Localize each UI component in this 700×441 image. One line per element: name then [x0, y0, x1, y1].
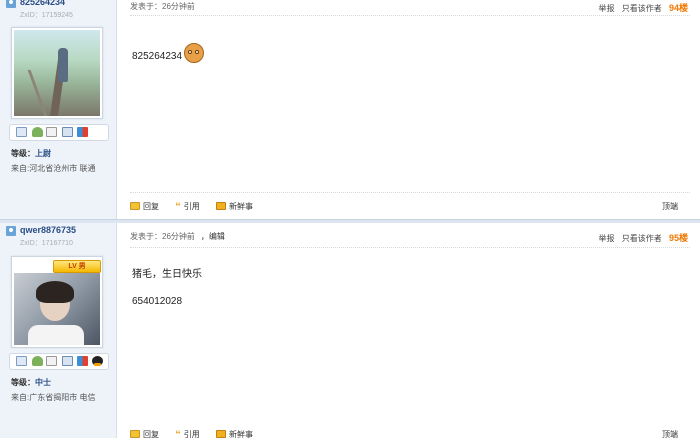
qq-icon[interactable]: [92, 356, 103, 366]
post-time: 发表于：26分钟前: [130, 2, 195, 11]
post-header-links: 举报 只看该作者 95楼: [594, 231, 688, 244]
post-95: qwer8876735 ZxID：17167710 LV 男 等级：中士 来自:…: [0, 223, 700, 441]
quote-button[interactable]: “引用: [175, 429, 200, 441]
edit-note: ，编辑: [200, 232, 225, 241]
user-icon: [6, 226, 16, 236]
post-content-area: 发表于：26分钟前 举报 只看该作者 94楼 825264234 回复 “引用 …: [117, 0, 700, 220]
post-actions: 回复 “引用 新鲜事: [130, 429, 267, 441]
news-button[interactable]: 新鲜事: [215, 429, 253, 440]
footer-divider: [130, 192, 690, 193]
mail-icon[interactable]: [16, 127, 27, 137]
quote-icon: “: [175, 201, 181, 213]
user-location: 来自:广东省揭阳市 电信: [11, 393, 96, 402]
user-location: 来自:河北省沧州市 联通: [11, 164, 96, 173]
floor-number[interactable]: 94楼: [669, 3, 688, 13]
news-icon: [215, 430, 226, 438]
card-icon[interactable]: [62, 127, 73, 137]
post-94: 825264234 ZxID：17159245 等级：上尉 来自:河北省沧州市 …: [0, 0, 700, 220]
post-body-line-2: 654012028: [132, 296, 183, 307]
profile-doc-icon[interactable]: [46, 356, 57, 366]
user-action-bar: [9, 353, 109, 370]
zxid: ZxID：17159245: [20, 12, 73, 19]
only-author-link[interactable]: 只看该作者: [622, 234, 662, 243]
gift-icon[interactable]: [77, 127, 88, 137]
news-icon: [215, 202, 226, 210]
user-icon: [6, 0, 16, 8]
level-value[interactable]: 中士: [35, 378, 51, 387]
add-friend-icon[interactable]: [32, 356, 43, 366]
user-sidebar: 825264234 ZxID：17159245 等级：上尉 来自:河北省沧州市 …: [0, 0, 117, 220]
report-link[interactable]: 举报: [599, 4, 615, 13]
back-to-top-link[interactable]: 顶端: [662, 201, 678, 212]
only-author-link[interactable]: 只看该作者: [622, 4, 662, 13]
post-time: 发表于：26分钟前 ，编辑: [130, 232, 225, 241]
reply-icon: [130, 430, 140, 438]
avatar-image: [14, 30, 100, 116]
reply-button[interactable]: 回复: [130, 429, 159, 440]
news-button[interactable]: 新鲜事: [215, 201, 253, 212]
username-link[interactable]: qwer8876735: [20, 225, 76, 235]
header-divider: [130, 15, 690, 16]
user-action-bar: [9, 124, 109, 141]
post-content-area: 发表于：26分钟前 ，编辑 举报 只看该作者 95楼 猪毛，生日快乐 654012…: [117, 223, 700, 441]
user-level: 等级：上尉: [11, 149, 51, 158]
post-body: 825264234: [132, 43, 205, 63]
floor-number[interactable]: 95楼: [669, 233, 688, 243]
mail-icon[interactable]: [16, 356, 27, 366]
username-link[interactable]: 825264234: [20, 0, 65, 7]
header-divider: [130, 247, 690, 248]
user-sidebar: qwer8876735 ZxID：17167710 LV 男 等级：中士 来自:…: [0, 223, 117, 438]
post-header-links: 举报 只看该作者 94楼: [594, 1, 688, 14]
quote-icon: “: [175, 429, 181, 441]
zxid: ZxID：17167710: [20, 240, 73, 247]
avatar[interactable]: [11, 27, 103, 119]
quote-button[interactable]: “引用: [175, 201, 200, 213]
profile-doc-icon[interactable]: [46, 127, 57, 137]
reply-button[interactable]: 回复: [130, 201, 159, 212]
vip-badge: LV 男: [53, 260, 101, 273]
post-actions: 回复 “引用 新鲜事: [130, 201, 267, 213]
avatar[interactable]: LV 男: [11, 256, 103, 348]
add-friend-icon[interactable]: [32, 127, 43, 137]
reply-icon: [130, 202, 140, 210]
post-body-line-1: 猪毛，生日快乐: [132, 269, 202, 280]
card-icon[interactable]: [62, 356, 73, 366]
avatar-image: [14, 273, 100, 345]
monkey-emoji-icon: [184, 43, 205, 63]
user-level: 等级：中士: [11, 378, 51, 387]
back-to-top-link[interactable]: 顶端: [662, 429, 678, 440]
gift-icon[interactable]: [77, 356, 88, 366]
report-link[interactable]: 举报: [599, 234, 615, 243]
level-value[interactable]: 上尉: [35, 149, 51, 158]
